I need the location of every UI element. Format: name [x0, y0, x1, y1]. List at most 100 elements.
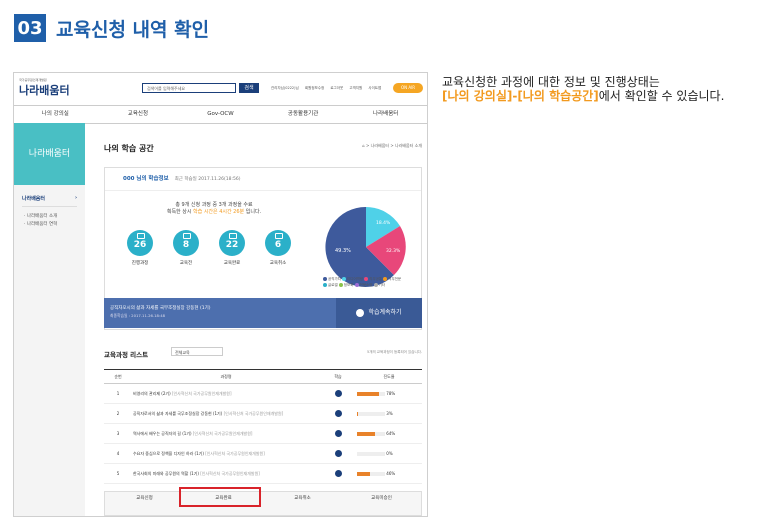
- row-no: 1: [104, 383, 132, 404]
- row-no: 4: [104, 443, 132, 464]
- side-sub-intro[interactable]: · 나라배움터 소개: [24, 213, 75, 221]
- stat-label: 교육취소: [269, 261, 287, 266]
- row-no: 5: [104, 463, 132, 484]
- progress-bar: [357, 432, 385, 436]
- side-nav-item-label: 나라배움터: [22, 196, 46, 202]
- table-row[interactable]: 2 공직자로서의 삶과 자세를 국무조정실장 강동현 (1기) [인사혁신처 국가…: [104, 403, 422, 424]
- legend-item: 직무전문: [383, 277, 401, 281]
- row-progress: 46%: [386, 471, 396, 476]
- top-link-support[interactable]: 고객지원: [349, 86, 362, 90]
- recent-course-banner: 공직자오시의 삶과 자세를 국무조정실장 강동현 (1기) 최종학습일 : 20…: [104, 298, 422, 328]
- side-nav: 나라배움터 나라배움터 › · 나라배움터 소개 · 나라배움터 연혁: [14, 123, 85, 516]
- course-status-tabs: 교육신청 교육완료 교육취소 교육미승인: [104, 491, 422, 516]
- row-progress: 0%: [386, 451, 393, 456]
- top-link-sitemap[interactable]: 사이트맵: [368, 86, 381, 90]
- row-no: 2: [104, 403, 132, 424]
- row-progress: 3%: [386, 411, 393, 416]
- site-logo[interactable]: 나라배움터: [19, 82, 70, 98]
- continue-learning-button[interactable]: 학습계속하기: [336, 298, 422, 328]
- row-title[interactable]: 비영리의 관리제 (2기) [인사혁신처 국가공무원인재개발원]: [132, 383, 320, 404]
- monitor-icon: [137, 233, 145, 239]
- top-link-logout[interactable]: 로그아웃: [330, 86, 343, 90]
- progress-bar: [357, 452, 385, 456]
- col-progress: 진도율: [356, 369, 422, 384]
- pie-label-small: 18.4%: [376, 220, 391, 226]
- highlight-box: [179, 487, 261, 507]
- legend-item: 전문소양: [354, 283, 372, 287]
- col-no: 순번: [104, 369, 132, 384]
- step-number: 03: [14, 14, 46, 42]
- row-progress: 64%: [386, 431, 396, 436]
- row-title[interactable]: 공직자로서의 삶과 자세를 국무조정실장 강동현 (1기) [인사혁신처 국가공…: [132, 403, 320, 424]
- stat-label: 교육전: [179, 261, 193, 266]
- flag-icon: [229, 233, 237, 239]
- tab-unapproved[interactable]: 교육미승인: [342, 492, 421, 515]
- table-row[interactable]: 3 역사에서 배우는 공직자의 길 (1기) [인사혁신처 국가공무원인재개발원]…: [104, 423, 422, 444]
- row-title[interactable]: 한국사회의 미래와 공무원의 역할 (1기) [인사혁신처 국가공무원인재개발원…: [132, 463, 320, 484]
- tab-apply[interactable]: 교육신청: [105, 492, 184, 515]
- summary-line2a: 획득한 상시: [166, 209, 194, 215]
- top-link-profile[interactable]: 회원정보수정: [305, 86, 324, 90]
- progress-bar: [357, 472, 385, 476]
- stat-in-progress[interactable]: 26 진행과정: [117, 230, 163, 266]
- desc-line1: 교육신청한 과정에 대한 정보 및 진행상태는: [442, 75, 660, 89]
- desc-highlight: [나의 강의실]-[나의 학습공간]: [442, 89, 599, 103]
- page-title: 나의 학습 공간: [104, 144, 154, 153]
- calendar-icon: [183, 233, 191, 239]
- course-filter-select[interactable]: 전체교육: [171, 347, 223, 356]
- legend-item: 공직가치: [323, 277, 341, 281]
- main-nav: 나의 강의실 교육신청 Gov-OCW 공동활용기관 나라배움터: [14, 105, 427, 124]
- continue-label: 학습계속하기: [368, 309, 402, 316]
- site-topbar: 국가공무원인재개발원 나라배움터 검색어를 입력해주세요 검색 관리자님(022…: [14, 73, 427, 105]
- side-nav-title: 나라배움터: [14, 123, 85, 185]
- pie-legend: 공직가치 미디어역량 직무공통 직무전문 글로벌 정보화 전문소양 기타: [323, 276, 413, 288]
- step-title: 교육신청 내역 확인: [56, 18, 210, 41]
- top-link-user: 관리자님(0222)님: [271, 86, 299, 90]
- legend-item: 정보화: [338, 283, 353, 287]
- chevron-right-icon: ›: [74, 195, 77, 201]
- table-row[interactable]: 4 수요자 중심으로 정책을 디자인 하라 (1기) [인사혁신처 국가공무원인재…: [104, 443, 422, 464]
- legend-item: 글로벌: [323, 283, 338, 287]
- legend-item: 직무공통: [364, 277, 382, 281]
- learning-summary: 총 9개 신청 과정 중 3개 과정을 수료 획득한 상시 학습 시간은 4시간…: [119, 202, 309, 216]
- search-button[interactable]: 검색: [239, 83, 259, 93]
- play-icon[interactable]: [334, 449, 342, 457]
- stat-value: 26: [133, 240, 147, 250]
- stat-before[interactable]: 8 교육전: [163, 230, 209, 266]
- tab-cancel[interactable]: 교육취소: [263, 492, 342, 515]
- banner-title: 공직자오시의 삶과 자세를 국무조정실장 강동현 (1기): [110, 306, 211, 311]
- side-nav-subs: · 나라배움터 소개 · 나라배움터 연혁: [24, 213, 75, 229]
- side-nav-item[interactable]: 나라배움터 ›: [22, 195, 77, 207]
- breadcrumb: ⌂ > 나라배움터 > 나라배움터 소개: [362, 143, 422, 148]
- nav-narabaeumteo[interactable]: 나라배움터: [344, 106, 427, 123]
- top-links: 관리자님(0222)님 회원정보수정 로그아웃 고객지원 사이트맵: [271, 86, 386, 91]
- site-screenshot: 국가공무원인재개발원 나라배움터 검색어를 입력해주세요 검색 관리자님(022…: [13, 72, 428, 517]
- stat-label: 교육완료: [223, 261, 241, 266]
- course-count-note: 5개의 교육과정이 등록되어 있습니다.: [367, 350, 422, 354]
- search-input[interactable]: 검색어를 입력해주세요: [142, 83, 236, 93]
- row-progress: 78%: [386, 391, 396, 396]
- row-title[interactable]: 수요자 중심으로 정책을 디자인 하라 (1기) [인사혁신처 국가공무원인재개…: [132, 443, 320, 464]
- step-header: 03 교육신청 내역 확인: [14, 14, 209, 42]
- legend-item: 미디어역량: [342, 277, 363, 281]
- course-list-title: 교육과정 리스트: [104, 351, 149, 359]
- play-icon[interactable]: [334, 409, 342, 417]
- stat-value: 8: [182, 240, 190, 250]
- table-row[interactable]: 1 비영리의 관리제 (2기) [인사혁신처 국가공무원인재개발원] 78%: [104, 383, 422, 404]
- nav-my-classroom[interactable]: 나의 강의실: [14, 106, 97, 123]
- nav-apply[interactable]: 교육신청: [97, 106, 180, 123]
- nav-shared-org[interactable]: 공동활용기관: [262, 106, 345, 123]
- row-no: 3: [104, 423, 132, 444]
- play-icon[interactable]: [334, 469, 342, 477]
- onair-button[interactable]: ON AIR: [393, 83, 423, 93]
- row-title[interactable]: 역사에서 배우는 공직자의 길 (1기) [인사혁신처 국가공무원인재개발원]: [132, 423, 320, 444]
- play-icon[interactable]: [334, 429, 342, 437]
- table-row[interactable]: 5 한국사회의 미래와 공무원의 역할 (1기) [인사혁신처 국가공무원인재개발…: [104, 463, 422, 484]
- play-icon[interactable]: [334, 389, 342, 397]
- nav-gov-ocw[interactable]: Gov-OCW: [179, 106, 262, 123]
- banner-date: 최종학습일 : 2017.11.26.18:48: [110, 313, 166, 318]
- stat-complete[interactable]: 22 교육완료: [209, 230, 255, 266]
- col-name: 과정명: [132, 369, 320, 384]
- side-sub-history[interactable]: · 나라배움터 연혁: [24, 221, 75, 229]
- stat-cancel[interactable]: 6 교육취소: [255, 230, 301, 266]
